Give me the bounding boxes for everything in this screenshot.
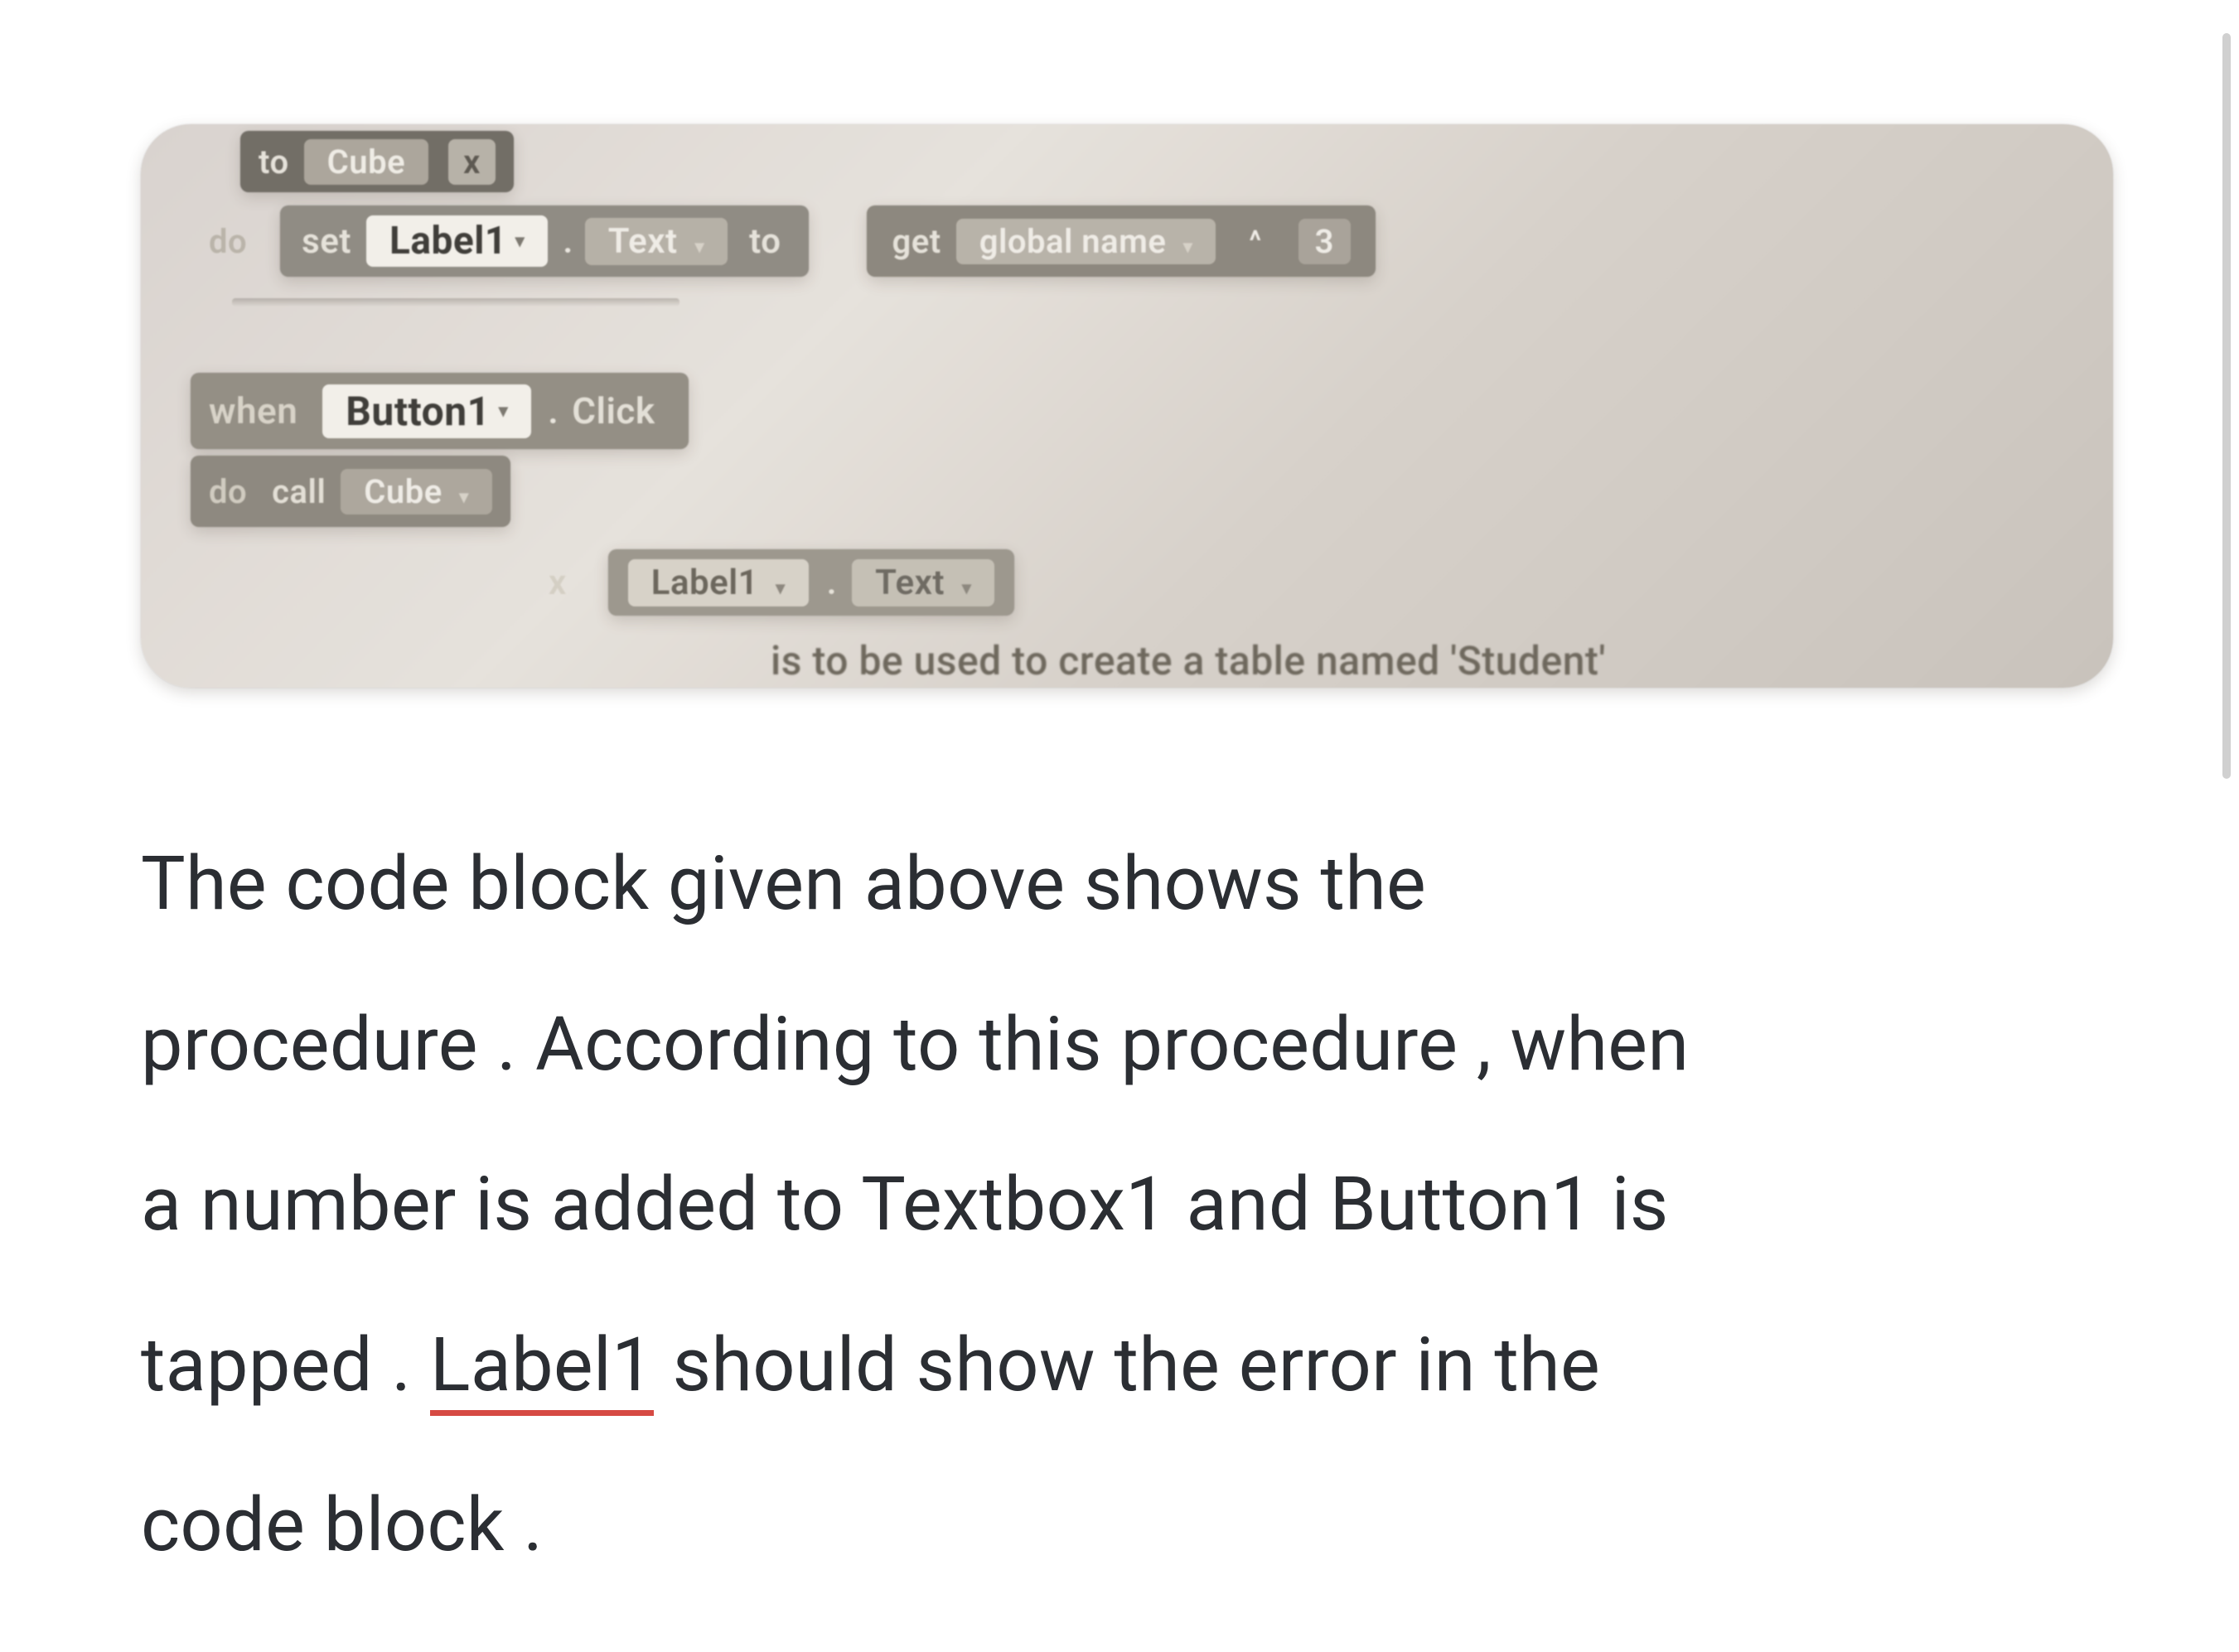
block-when: when Button1 ▾ . Click — [191, 373, 689, 449]
scrollbar-thumb[interactable] — [2222, 33, 2231, 779]
chevron-down-icon: ▾ — [515, 231, 525, 252]
kw-set: set — [302, 221, 351, 262]
chevron-down-icon: ▾ — [695, 237, 705, 258]
chevron-down-icon: ▾ — [962, 578, 972, 599]
block-do-set-row: do set Label1 ▾ . Text ▾ to — [191, 204, 1394, 278]
chip-component-label1: Label1 ▾ — [366, 215, 548, 267]
label1-text: Label1 — [389, 219, 507, 263]
chip-proc-name: Cube — [304, 139, 429, 185]
block-set: set Label1 ▾ . Text ▾ to — [280, 205, 809, 277]
chip-property-text: Text ▾ — [585, 218, 728, 265]
operator-power: ^ — [1249, 225, 1261, 258]
q4-suffix: should show the error in the — [654, 1321, 1600, 1408]
question-line-4: tapped . Label1 should show the error in… — [141, 1285, 2113, 1446]
chevron-down-icon: ▾ — [459, 487, 469, 508]
event-click: Click — [572, 389, 655, 432]
chip-call-cube: Cube ▾ — [341, 469, 492, 514]
kw-to2: to — [749, 221, 781, 262]
chip-global-name: global name ▾ — [956, 219, 1216, 264]
block-shadow-divider — [232, 298, 679, 307]
code-blocks-inner: to Cube x do set Label1 ▾ . — [141, 124, 2113, 688]
chip-text-b: Text ▾ — [852, 559, 994, 606]
chip-label1-b: Label1 ▾ — [628, 559, 809, 606]
question-line-2: procedure . According to this procedure … — [141, 964, 2113, 1125]
question-line-1: The code block given above shows the — [141, 804, 2113, 964]
chip-button1: Button1 ▾ — [322, 384, 531, 438]
chevron-down-icon: ▾ — [776, 578, 786, 599]
scrollbar-rail[interactable] — [2221, 0, 2231, 1652]
question-line-5: code block . — [141, 1445, 2113, 1606]
chevron-down-icon: ▾ — [1183, 237, 1193, 258]
block-proc-header: to Cube x — [240, 131, 514, 192]
kw-to: to — [259, 142, 289, 181]
question-line-3: a number is added to Textbox1 and Button… — [141, 1124, 2113, 1285]
kw-do: do — [209, 222, 247, 261]
chip-operand-3: 3 — [1298, 219, 1351, 264]
kw-call: call — [272, 472, 326, 511]
code-blocks-image: to Cube x do set Label1 ▾ . — [141, 124, 2113, 688]
block-call: do call Cube ▾ — [191, 456, 510, 527]
q4-underlined-word: Label1 — [430, 1321, 654, 1416]
block-label1-text: Label1 ▾ . Text ▾ — [608, 549, 1015, 616]
q4-prefix: tapped . — [141, 1321, 430, 1408]
peek-text-fragment: is to be used to create a table named 'S… — [771, 637, 1606, 684]
arg-x-label: x — [549, 563, 567, 603]
block-get-global: get global name ▾ ^ 3 — [867, 205, 1376, 277]
page-root: to Cube x do set Label1 ▾ . — [0, 0, 2239, 1652]
question-text: The code block given above shows the pro… — [141, 804, 2113, 1606]
kw-when: when — [209, 389, 297, 432]
chip-arg-x: x — [448, 139, 496, 185]
kw-do2: do — [209, 472, 247, 511]
chevron-down-icon: ▾ — [499, 401, 509, 422]
block-arg-row: x Label1 ▾ . Text ▾ — [530, 547, 1032, 618]
kw-get: get — [892, 222, 941, 261]
